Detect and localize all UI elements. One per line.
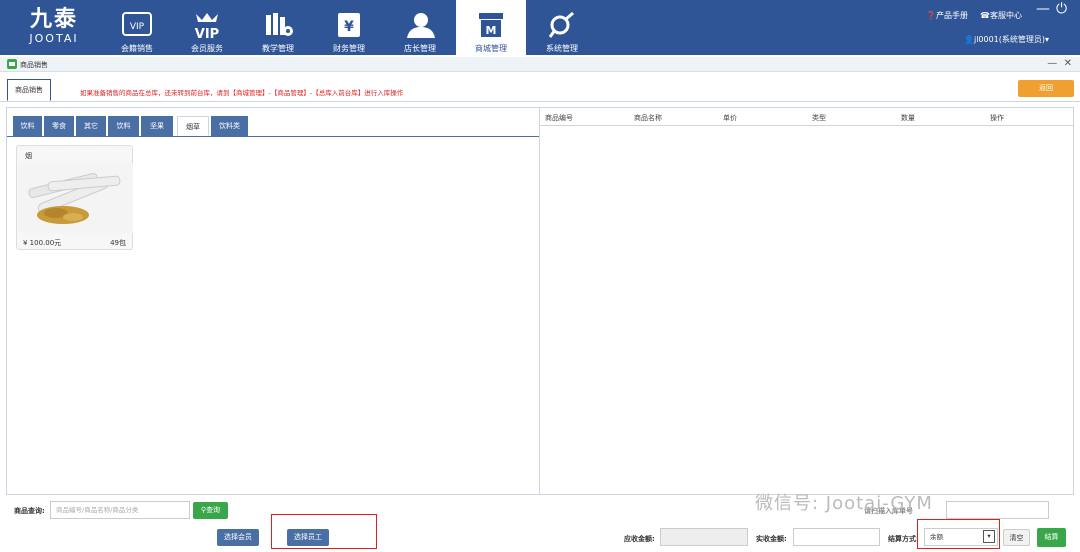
category-divider <box>7 136 539 137</box>
window-minimize-icon[interactable]: — <box>1047 58 1057 69</box>
scan-input[interactable] <box>946 501 1049 519</box>
nav-label: 财务管理 <box>333 44 365 53</box>
caret-down-icon: ▾ <box>1045 35 1050 44</box>
vip-card-icon: VIP <box>122 12 152 36</box>
nav-label: 店长管理 <box>404 44 436 53</box>
store-icon: M <box>479 13 503 37</box>
search-button[interactable]: ⚲查询 <box>193 502 228 519</box>
category-tab[interactable]: 其它 <box>76 116 107 136</box>
amount-paid-label: 实收金额: <box>756 535 787 543</box>
yen-ledger-icon: ¥ <box>338 13 360 37</box>
search-label: 商品查询: <box>14 507 45 515</box>
user-name: jl0001(系统管理员) <box>973 35 1046 44</box>
amount-due-field <box>660 528 748 546</box>
window-title-bar: 商品销售 — ✕ <box>0 57 1080 72</box>
user-icon: 👤 <box>964 35 974 44</box>
highlight-box <box>917 519 1000 549</box>
highlight-box <box>271 514 377 549</box>
amount-due-label: 应收金额: <box>624 535 655 543</box>
tab-product-sales[interactable]: 商品销售 <box>7 79 51 101</box>
category-tab[interactable]: 饮料类 <box>211 116 249 136</box>
nav-teaching[interactable]: 教学管理 <box>243 0 313 55</box>
category-tab[interactable]: 零食 <box>44 116 75 136</box>
cart-panel: 商品编号 商品名称 单价 类型 数量 操作 <box>540 107 1074 495</box>
clear-button[interactable]: 清空 <box>1003 529 1030 546</box>
nav-label: 商城管理 <box>475 44 507 53</box>
svg-text:M: M <box>486 24 497 37</box>
column-header: 商品编号 <box>545 114 573 122</box>
nav-finance[interactable]: ¥ 财务管理 <box>314 0 384 55</box>
nav-membership-sales[interactable]: VIP 会籍销售 <box>102 0 172 55</box>
question-icon: ❓ <box>926 11 936 20</box>
back-button[interactable]: 返回 <box>1018 80 1074 97</box>
top-right-area: ❓产品手册 ☎客服中心 — ⏻ 👤jl0001(系统管理员)▾ <box>924 2 1074 52</box>
nav-label: 教学管理 <box>262 44 294 53</box>
help-label: 产品手册 <box>935 11 968 20</box>
nav-label: 会员服务 <box>191 44 223 53</box>
cart-icon <box>7 59 17 69</box>
top-navigation-bar: 九泰 JOOTAI VIP 会籍销售 VIP 会员服务 教学管理 ¥ 财务管理 … <box>0 0 1080 55</box>
tools-icon <box>548 11 574 38</box>
nav-system[interactable]: 系统管理 <box>527 0 597 55</box>
manager-person-icon <box>407 13 435 38</box>
nav-store-manager[interactable]: 店长管理 <box>385 0 455 55</box>
payment-method-label: 结算方式: <box>888 535 919 543</box>
svg-text:VIP: VIP <box>195 27 219 40</box>
window-close-icon[interactable]: ✕ <box>1064 58 1072 69</box>
product-price: ¥ 100.00元 <box>23 239 62 247</box>
user-menu[interactable]: 👤jl0001(系统管理员)▾ <box>964 35 1049 45</box>
search-button-label: 查询 <box>206 506 221 514</box>
service-label: 客服中心 <box>989 11 1022 20</box>
watermark: 微信号: Jootai-GYM <box>755 493 933 514</box>
window-title: 商品销售 <box>20 61 48 69</box>
product-panel: 饮料 零食 其它 饮料 坚果 烟草 饮料类 烟 ¥ 100.00元 49包 <box>6 107 540 495</box>
logo: 九泰 JOOTAI <box>14 8 94 52</box>
product-stock: 49包 <box>110 239 126 247</box>
help-link[interactable]: ❓产品手册 <box>926 11 968 21</box>
column-header: 商品名称 <box>634 114 662 122</box>
vip-crown-icon: VIP <box>195 13 219 40</box>
search-input[interactable]: 商品编号/商品名称/商品分类 <box>50 501 190 519</box>
nav-member-service[interactable]: VIP 会员服务 <box>172 0 242 55</box>
books-gear-icon <box>266 13 293 36</box>
svg-text:VIP: VIP <box>130 22 145 32</box>
category-tab[interactable]: 饮料 <box>13 116 43 136</box>
category-tab-active[interactable]: 烟草 <box>177 116 209 136</box>
column-header: 类型 <box>812 114 826 122</box>
minimize-icon[interactable]: — <box>1036 2 1050 16</box>
power-icon[interactable]: ⏻ <box>1056 2 1067 16</box>
phone-icon: ☎ <box>980 11 990 20</box>
nav-label: 系统管理 <box>546 44 578 53</box>
page-tab-row: 商品销售 如果准备销售的商品在总库，还未转到前台库，请到【商城管理】-【商品管理… <box>0 75 1080 102</box>
column-header: 操作 <box>990 114 1004 122</box>
amount-paid-input[interactable] <box>793 528 880 546</box>
column-header: 数量 <box>901 114 915 122</box>
cart-table-header: 商品编号 商品名称 单价 类型 数量 操作 <box>540 108 1074 126</box>
category-tab[interactable]: 坚果 <box>141 116 174 136</box>
category-tab[interactable]: 饮料 <box>108 116 140 136</box>
product-card[interactable]: 烟 ¥ 100.00元 49包 <box>16 145 133 250</box>
checkout-button[interactable]: 结算 <box>1037 528 1066 547</box>
svg-text:¥: ¥ <box>344 19 354 35</box>
window-controls: — ✕ <box>1047 58 1072 69</box>
logo-text-cn: 九泰 <box>29 7 78 32</box>
nav-label: 会籍销售 <box>121 44 153 53</box>
logo-text-en: JOOTAI <box>29 32 79 45</box>
cigarette-image <box>18 163 133 233</box>
product-name: 烟 <box>25 152 32 160</box>
service-link[interactable]: ☎客服中心 <box>980 11 1022 21</box>
stock-notice: 如果准备销售的商品在总库，还未转到前台库，请到【商城管理】-【商品管理】-【总库… <box>80 89 404 97</box>
select-member-button[interactable]: 选择会员 <box>217 529 259 546</box>
checkout-bar: 选择会员 选择员工 应收金额: 实收金额: 结算方式: 余额 ▾ 清空 结算 <box>6 514 1074 550</box>
nav-mall-management[interactable]: M 商城管理 <box>456 0 526 55</box>
column-header: 单价 <box>723 114 737 122</box>
